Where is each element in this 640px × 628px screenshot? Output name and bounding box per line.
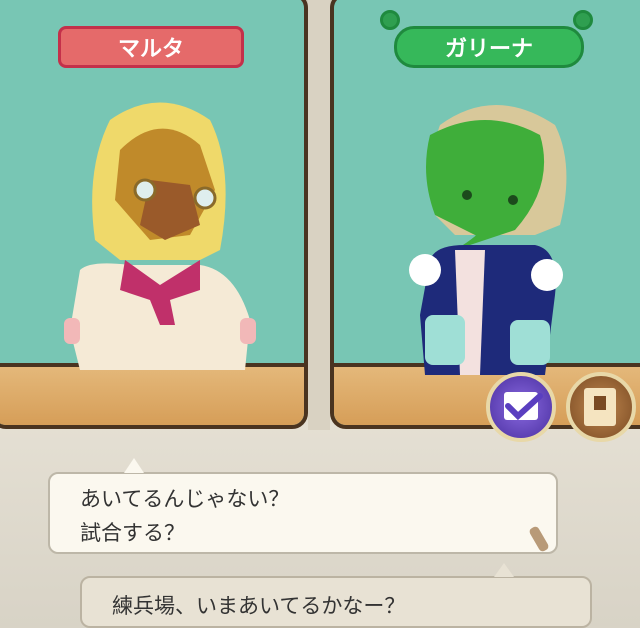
choice-bubble[interactable]: 練兵場、いまあいてるかなー？: [80, 576, 592, 628]
panel-divider: [308, 0, 330, 430]
confirm-button[interactable]: [486, 372, 556, 442]
name-plate-left: マルタ: [58, 26, 244, 68]
pen-icon: [529, 526, 549, 552]
book-icon: [584, 388, 616, 426]
speech-bubble: あいてるんじゃない？ 試合する？: [48, 472, 558, 554]
plate-ornament-icon: [573, 10, 593, 30]
character-galina: [409, 105, 567, 375]
name-plate-right: ガリーナ: [394, 26, 584, 68]
choice-bubble-tail: [494, 563, 514, 577]
plate-ornament-icon: [380, 10, 400, 30]
character-marta: [64, 102, 256, 370]
book-menu-button[interactable]: [566, 372, 636, 442]
speech-line-1: あいてるんじゃない？: [80, 487, 290, 511]
checkmark-icon: [504, 392, 543, 421]
speech-line-2: 試合する？: [80, 521, 185, 545]
speech-bubble-tail: [124, 458, 144, 473]
